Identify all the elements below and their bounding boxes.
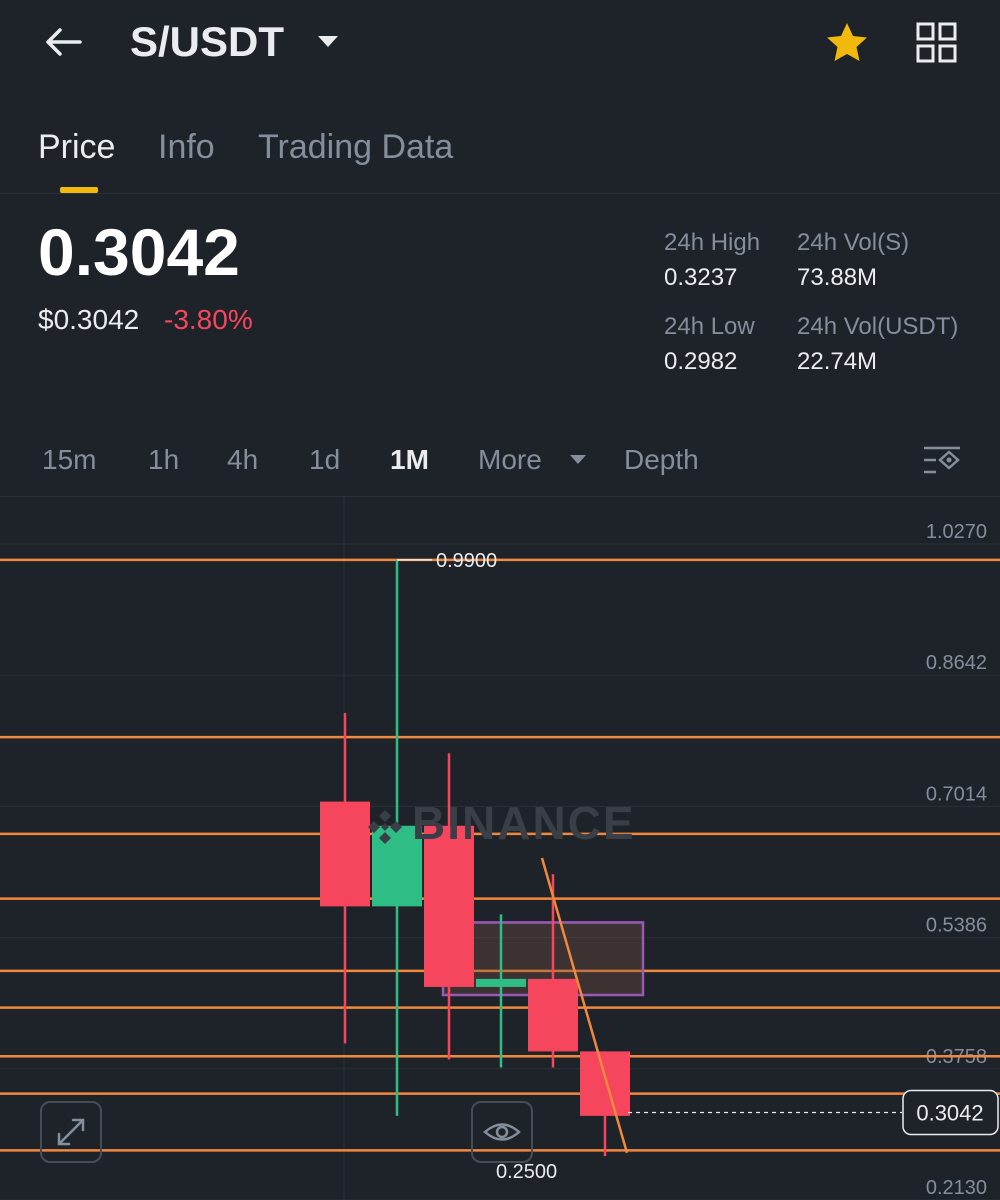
max-price-label: 0.9900 bbox=[436, 550, 497, 572]
candle-body bbox=[580, 1051, 630, 1116]
fullscreen-button[interactable] bbox=[40, 1101, 102, 1163]
y-axis-tick-label: 0.7014 bbox=[926, 783, 987, 805]
candle-body bbox=[476, 978, 526, 987]
y-axis-tick-label: 0.5386 bbox=[926, 915, 987, 937]
binance-logo-icon bbox=[368, 809, 402, 844]
visibility-button[interactable] bbox=[471, 1101, 533, 1163]
expand-icon bbox=[57, 1118, 85, 1146]
eye-icon bbox=[483, 1123, 521, 1141]
candlestick-chart[interactable]: 1.02700.86420.70140.53860.37580.21300.99… bbox=[0, 0, 1000, 1200]
watermark-text: BINANCE bbox=[412, 797, 636, 849]
y-axis-tick-label: 0.8642 bbox=[926, 652, 987, 674]
current-price-label: 0.3042 bbox=[916, 1101, 983, 1126]
binance-watermark: BINANCE bbox=[364, 796, 636, 850]
candle-body bbox=[528, 978, 578, 1052]
y-axis-tick-label: 1.0270 bbox=[926, 521, 987, 543]
y-axis-tick-label: 0.2130 bbox=[926, 1177, 987, 1199]
candle-body bbox=[320, 801, 370, 907]
